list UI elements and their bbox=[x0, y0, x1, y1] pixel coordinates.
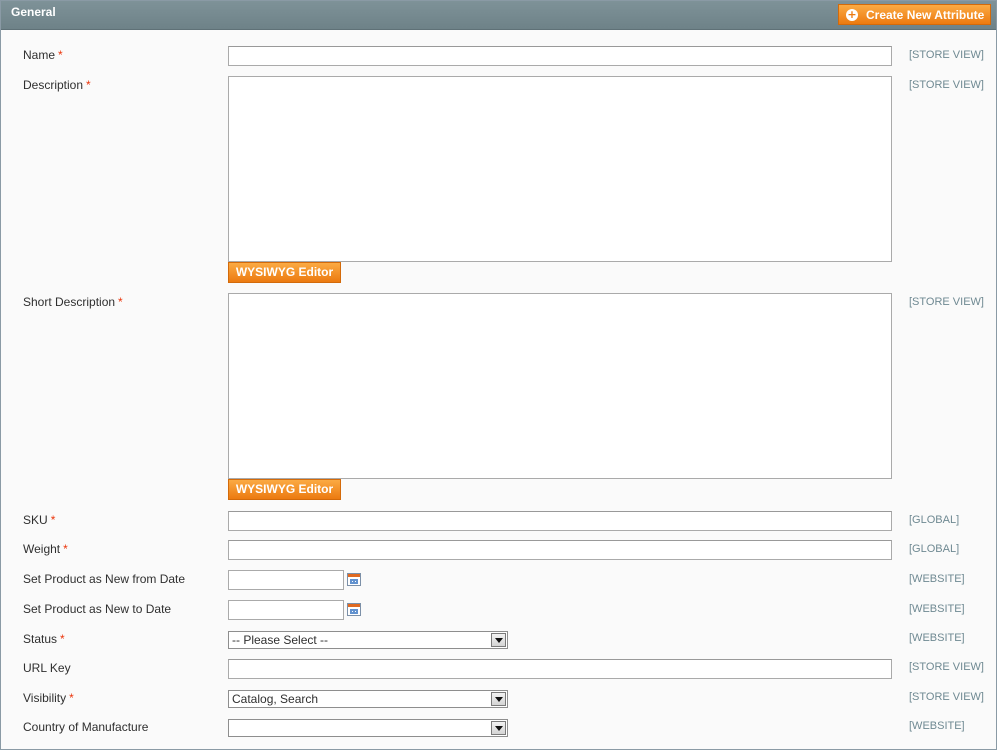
country-of-manufacture-select[interactable] bbox=[228, 719, 508, 737]
status-scope: [WEBSITE] bbox=[909, 632, 965, 644]
required-mark: * bbox=[60, 632, 65, 646]
url-key-scope: [STORE VIEW] bbox=[909, 661, 984, 673]
section-title: General bbox=[11, 5, 56, 19]
news-to-date-input[interactable] bbox=[228, 600, 344, 620]
name-label: Name * bbox=[23, 48, 63, 62]
plus-circle-icon: + bbox=[846, 7, 858, 21]
visibility-scope: [STORE VIEW] bbox=[909, 691, 984, 703]
calendar-icon[interactable] bbox=[347, 573, 361, 586]
required-mark: * bbox=[69, 691, 74, 705]
chevron-down-icon[interactable] bbox=[491, 721, 506, 735]
news-from-date-input[interactable] bbox=[228, 570, 344, 590]
calendar-icon[interactable] bbox=[347, 603, 361, 616]
required-mark: * bbox=[118, 295, 123, 309]
sku-input[interactable] bbox=[228, 511, 892, 531]
name-input[interactable] bbox=[228, 46, 892, 66]
short-description-scope: [STORE VIEW] bbox=[909, 296, 984, 308]
name-scope: [STORE VIEW] bbox=[909, 49, 984, 61]
chevron-down-icon[interactable] bbox=[491, 692, 506, 706]
country-of-manufacture-label: Country of Manufacture bbox=[23, 720, 149, 734]
url-key-label: URL Key bbox=[23, 661, 71, 675]
required-mark: * bbox=[50, 513, 56, 527]
weight-scope: [GLOBAL] bbox=[909, 543, 960, 555]
required-mark: * bbox=[63, 542, 68, 556]
weight-input[interactable] bbox=[228, 540, 892, 560]
required-mark: * bbox=[58, 48, 63, 62]
chevron-down-icon[interactable] bbox=[491, 633, 506, 647]
visibility-select[interactable]: Catalog, Search bbox=[228, 690, 508, 708]
status-label: Status * bbox=[23, 632, 65, 646]
create-new-attribute-button[interactable]: + Create New Attribute bbox=[838, 4, 991, 25]
visibility-label: Visibility * bbox=[23, 691, 74, 705]
section-header: General + Create New Attribute bbox=[1, 1, 996, 30]
short-description-label: Short Description * bbox=[23, 295, 123, 309]
news-from-date-label: Set Product as New from Date bbox=[23, 572, 186, 586]
short-description-textarea[interactable] bbox=[228, 293, 892, 479]
description-textarea[interactable] bbox=[228, 76, 892, 262]
weight-label: Weight * bbox=[23, 542, 68, 556]
description-label: Description * bbox=[23, 78, 91, 92]
status-selected-value: -- Please Select -- bbox=[232, 633, 329, 647]
create-new-attribute-label: Create New Attribute bbox=[866, 7, 985, 22]
description-scope: [STORE VIEW] bbox=[909, 79, 984, 91]
sku-scope: [GLOBAL] bbox=[909, 514, 960, 526]
general-fieldset: General + Create New Attribute Name * [ST… bbox=[0, 0, 997, 750]
news-to-date-label: Set Product as New to Date bbox=[23, 602, 172, 616]
required-mark: * bbox=[86, 78, 91, 92]
sku-label: SKU * bbox=[23, 513, 56, 527]
url-key-input[interactable] bbox=[228, 659, 892, 679]
visibility-selected-value: Catalog, Search bbox=[232, 692, 319, 706]
status-select[interactable]: -- Please Select -- bbox=[228, 631, 508, 649]
short-description-wysiwyg-button[interactable]: WYSIWYG Editor bbox=[228, 479, 341, 500]
news-from-date-scope: [WEBSITE] bbox=[909, 573, 965, 585]
news-to-date-scope: [WEBSITE] bbox=[909, 603, 965, 615]
description-wysiwyg-button[interactable]: WYSIWYG Editor bbox=[228, 262, 341, 283]
country-of-manufacture-scope: [WEBSITE] bbox=[909, 720, 965, 732]
